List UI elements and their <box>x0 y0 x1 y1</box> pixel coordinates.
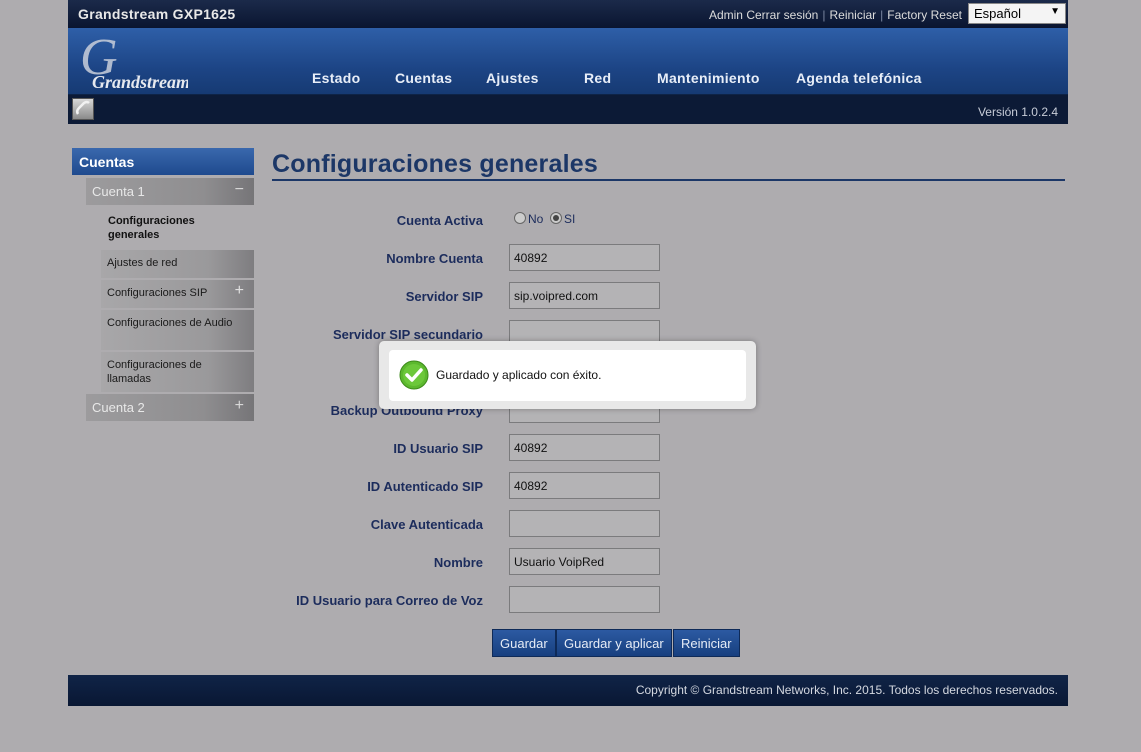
save-apply-button[interactable]: Guardar y aplicar <box>556 629 672 657</box>
sidebar-item-calls[interactable]: Configuraciones de llamadas <box>101 352 254 392</box>
collapse-icon: − <box>234 181 244 198</box>
clave-autenticada-label: Clave Autenticada <box>370 517 483 532</box>
firmware-version: Versión 1.0.2.4 <box>977 105 1058 119</box>
sidebar-item-label: Configuraciones de Audio <box>107 317 233 329</box>
check-icon <box>399 360 429 390</box>
nav-cuentas[interactable]: Cuentas <box>395 70 452 86</box>
top-links: Admin Cerrar sesión | Reiniciar | Factory Re… <box>709 8 962 22</box>
dropdown-arrow-icon: ▼ <box>1050 6 1060 17</box>
nav-ajustes[interactable]: Ajustes <box>486 70 539 86</box>
sidebar-item-network[interactable]: Ajustes de red <box>101 250 254 278</box>
phone-icon[interactable] <box>72 98 94 120</box>
radio-si-label: SI <box>564 212 576 226</box>
logout-link[interactable]: Cerrar sesión <box>746 8 818 22</box>
sidebar-item-audio[interactable]: Configuraciones de Audio <box>101 310 254 350</box>
save-button[interactable]: Guardar <box>492 629 556 657</box>
language-select[interactable]: Español ▼ <box>968 3 1066 24</box>
separator: | <box>880 8 884 22</box>
separator: | <box>822 8 826 22</box>
nav-mantenimiento[interactable]: Mantenimiento <box>657 70 760 86</box>
account-2-label: Cuenta 2 <box>92 400 145 415</box>
admin-link[interactable]: Admin <box>709 8 743 22</box>
expand-icon: + <box>234 397 244 414</box>
top-bar: Grandstream GXP1625 Admin Cerrar sesión |… <box>68 0 1068 28</box>
sidebar-item-label: Configuraciones SIP <box>107 287 208 299</box>
title-divider <box>272 179 1065 181</box>
nombre-input[interactable]: Usuario VoipRed <box>509 548 660 575</box>
toast-message: Guardado y aplicado con éxito. <box>436 368 602 382</box>
account-1-label: Cuenta 1 <box>92 184 145 199</box>
footer: Copyright © Grandstream Networks, Inc. 2… <box>68 675 1068 706</box>
cuenta-activa-label: Cuenta Activa <box>396 213 483 228</box>
logo-text: Grandstream <box>92 72 188 90</box>
sidebar-item-label: Configuraciones de llamadas <box>107 359 202 385</box>
success-toast: Guardado y aplicado con éxito. <box>379 341 756 409</box>
servidor-sip-label: Servidor SIP <box>405 289 483 304</box>
nav-estado[interactable]: Estado <box>312 70 360 86</box>
radio-si-dot <box>550 212 562 224</box>
device-model: Grandstream GXP1625 <box>78 6 236 22</box>
sidebar-account-2[interactable]: Cuenta 2 + <box>86 394 254 421</box>
reboot-link[interactable]: Reiniciar <box>829 8 876 22</box>
sidebar-item-sip[interactable]: Configuraciones SIP + <box>101 280 254 308</box>
reset-button[interactable]: Reiniciar <box>673 629 740 657</box>
nombre-cuenta-input[interactable]: 40892 <box>509 244 660 271</box>
grandstream-logo: G Grandstream <box>78 29 190 92</box>
radio-si[interactable]: SI <box>550 212 575 226</box>
sidebar-item-label: Ajustes de red <box>107 257 178 269</box>
sub-bar: Versión 1.0.2.4 <box>68 95 1068 124</box>
radio-no-label: No <box>528 212 544 226</box>
id-usuario-sip-input[interactable]: 40892 <box>509 434 660 461</box>
page-title: Configuraciones generales <box>272 150 598 178</box>
language-value: Español <box>974 6 1021 21</box>
sidebar-header[interactable]: Cuentas <box>72 148 254 175</box>
radio-no-dot <box>514 212 526 224</box>
correo-voz-label: ID Usuario para Correo de Voz <box>296 593 483 608</box>
id-usuario-sip-label: ID Usuario SIP <box>393 441 483 456</box>
sidebar-item-general[interactable]: Configuraciones generales <box>108 214 248 242</box>
clave-autenticada-input[interactable] <box>509 510 660 537</box>
nombre-label: Nombre <box>433 555 483 570</box>
id-autenticado-label: ID Autenticado SIP <box>367 479 483 494</box>
nombre-cuenta-label: Nombre Cuenta <box>386 251 483 266</box>
toast-body: Guardado y aplicado con éxito. <box>389 350 746 401</box>
factory-reset-link[interactable]: Factory Reset <box>887 8 962 22</box>
correo-voz-input[interactable] <box>509 586 660 613</box>
nav-red[interactable]: Red <box>584 70 611 86</box>
nav-agenda[interactable]: Agenda telefónica <box>796 70 922 86</box>
id-autenticado-input[interactable]: 40892 <box>509 472 660 499</box>
expand-icon: + <box>234 282 244 299</box>
main-nav: G Grandstream Estado Cuentas Ajustes Red… <box>68 28 1068 95</box>
radio-no[interactable]: No <box>514 212 543 226</box>
copyright-text: Copyright © Grandstream Networks, Inc. 2… <box>635 683 1058 697</box>
servidor-sip-input[interactable]: sip.voipred.com <box>509 282 660 309</box>
sidebar-account-1[interactable]: Cuenta 1 − <box>86 178 254 205</box>
servidor-sip-secundario-label: Servidor SIP secundario <box>332 327 483 342</box>
